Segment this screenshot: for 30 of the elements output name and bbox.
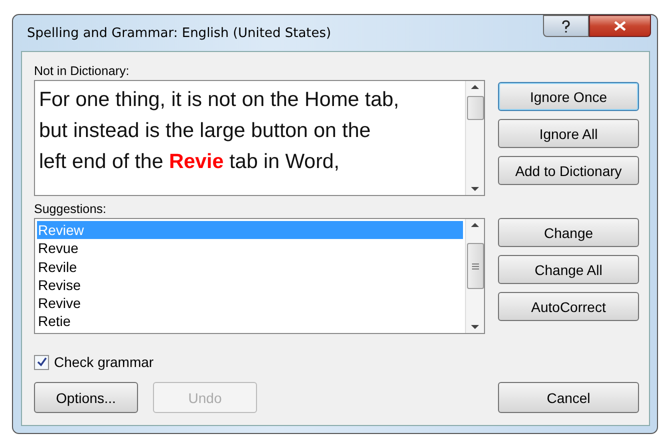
sentence-line: left end of the Revie tab in Word, [39, 149, 340, 175]
checkbox-label: Check grammar [54, 354, 154, 370]
dialog-button[interactable]: Add to Dictionary [498, 156, 639, 185]
suggestion-item[interactable]: Revise [37, 276, 463, 294]
field-label: Not in Dictionary: [34, 64, 130, 78]
close-button[interactable] [589, 15, 651, 37]
dialog-button[interactable]: Ignore All [498, 119, 639, 148]
dialog-button[interactable]: Cancel [498, 382, 639, 413]
dialog-button[interactable]: Options... [34, 382, 138, 413]
suggestions-list[interactable]: Review Revue Revile Revise Revive Retie [34, 218, 485, 334]
suggestion-item[interactable]: Revive [37, 294, 463, 312]
sentence-box[interactable]: For one thing, it is not on the Home tab, but instead is the large button on the left end of the Revie tab in Word, [34, 80, 485, 196]
scrollbar[interactable] [465, 219, 484, 333]
dialog-button[interactable]: Change All [498, 255, 639, 284]
checkbox[interactable] [34, 354, 49, 370]
suggestion-item[interactable]: Revue [37, 239, 463, 258]
window-title: Spelling and Grammar: English (United States) [27, 26, 332, 40]
suggestion-item[interactable]: Retie [37, 312, 463, 331]
grip-icon [472, 262, 478, 270]
sentence-line: For one thing, it is not on the Home tab, [39, 87, 400, 113]
sentence-line: but instead is the large button on the [39, 118, 372, 144]
help-button[interactable] [543, 15, 589, 37]
close-icon [614, 21, 626, 31]
suggestion-item[interactable]: Revile [37, 258, 463, 276]
dialog-button[interactable]: AutoCorrect [498, 292, 639, 321]
field-label: Suggestions: [34, 202, 108, 216]
dialog-button[interactable]: Change [498, 218, 639, 247]
dialog-button[interactable]: Ignore Once [498, 82, 639, 111]
help-icon [561, 20, 571, 32]
scrollbar[interactable] [465, 81, 484, 195]
